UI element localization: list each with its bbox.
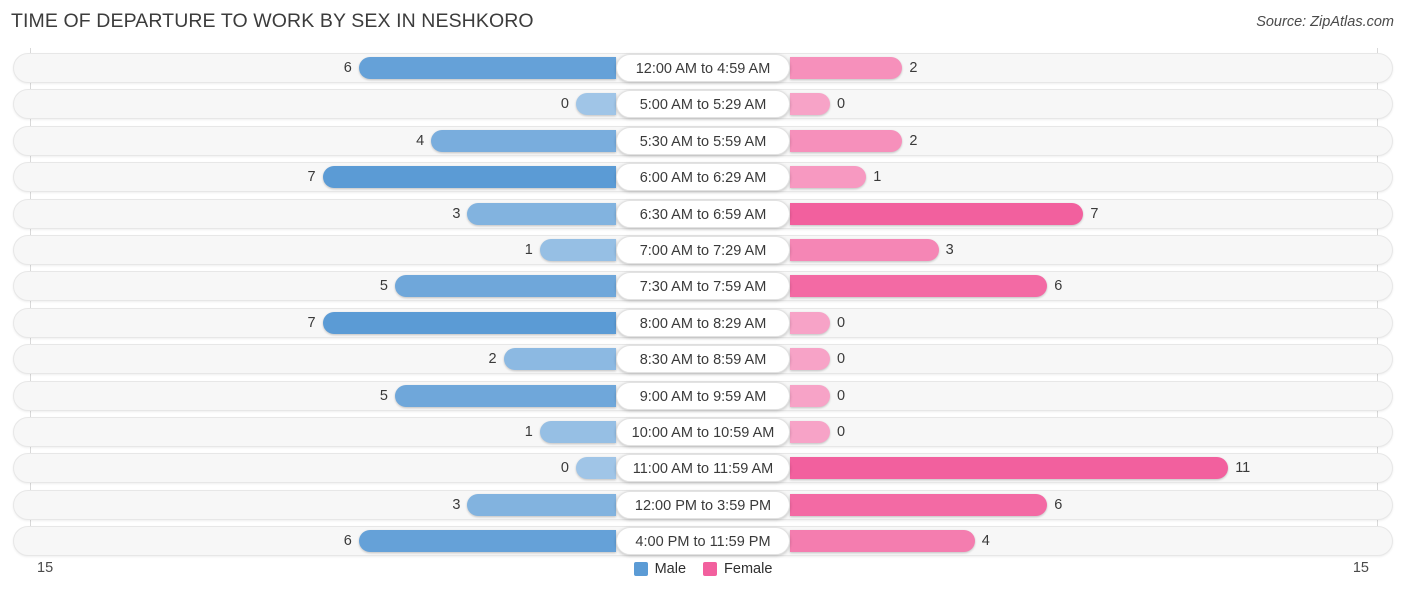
- bar-male[interactable]: [576, 93, 616, 116]
- bar-male[interactable]: [467, 493, 616, 516]
- category-label-pill[interactable]: 11:00 AM to 11:59 AM: [616, 454, 790, 483]
- chart-footer: 15 15 Male Female: [0, 554, 1406, 594]
- value-label-female: 6: [1054, 278, 1063, 295]
- value-label-male: 0: [560, 96, 569, 113]
- value-label-female: 3: [945, 242, 954, 258]
- value-label-female: 7: [1090, 205, 1099, 222]
- bar-female[interactable]: [790, 93, 830, 116]
- chart-row[interactable]: 3 6 12:00 PM to 3:59 PM: [13, 489, 1393, 520]
- bar-male[interactable]: [467, 202, 616, 225]
- category-label-pill[interactable]: 9:00 AM to 9:59 AM: [616, 381, 790, 410]
- bar-female[interactable]: [790, 493, 1048, 516]
- value-label-male: 5: [379, 278, 388, 295]
- bar-female[interactable]: [790, 348, 830, 371]
- category-label-pill[interactable]: 8:30 AM to 8:59 AM: [616, 345, 790, 374]
- bar-male[interactable]: [431, 129, 616, 152]
- bar-male[interactable]: [395, 275, 616, 298]
- value-label-female: 0: [837, 351, 846, 368]
- category-label-pill[interactable]: 7:30 AM to 7:59 AM: [616, 272, 790, 301]
- bar-female[interactable]: [790, 457, 1229, 480]
- category-label-pill[interactable]: 10:00 AM to 10:59 AM: [616, 418, 790, 446]
- category-label-pill[interactable]: 12:00 AM to 4:59 AM: [616, 54, 790, 82]
- value-label-male: 6: [343, 60, 352, 76]
- category-label-pill[interactable]: 6:30 AM to 6:59 AM: [616, 199, 790, 228]
- bar-male[interactable]: [358, 530, 616, 553]
- value-label-female: 0: [837, 387, 846, 404]
- bar-female[interactable]: [790, 129, 903, 152]
- value-label-female: 11: [1235, 460, 1251, 477]
- page-title: TIME OF DEPARTURE TO WORK BY SEX IN NESH…: [11, 10, 534, 32]
- bar-male[interactable]: [539, 239, 616, 261]
- category-label-pill[interactable]: 5:30 AM to 5:59 AM: [616, 126, 790, 155]
- value-label-male: 1: [524, 424, 533, 440]
- category-label-pill[interactable]: 6:00 AM to 6:29 AM: [616, 163, 790, 192]
- legend-swatch-male-icon: [633, 562, 648, 576]
- chart-row[interactable]: 4 2 5:30 AM to 5:59 AM: [13, 125, 1393, 156]
- chart-row[interactable]: 0 11 11:00 AM to 11:59 AM: [13, 453, 1393, 484]
- bar-male[interactable]: [576, 457, 616, 480]
- category-label-pill[interactable]: 4:00 PM to 11:59 PM: [616, 527, 790, 556]
- chart-row[interactable]: 6 4 4:00 PM to 11:59 PM: [13, 526, 1393, 557]
- value-label-female: 0: [837, 314, 846, 331]
- value-label-male: 5: [379, 387, 388, 404]
- value-label-male: 1: [524, 242, 533, 258]
- value-label-male: 7: [307, 169, 316, 186]
- chart-header: TIME OF DEPARTURE TO WORK BY SEX IN NESH…: [0, 0, 1406, 46]
- value-label-male: 4: [416, 132, 425, 149]
- chart-row[interactable]: 1 0 10:00 AM to 10:59 AM: [13, 417, 1393, 447]
- value-label-female: 4: [981, 533, 990, 550]
- value-label-female: 6: [1054, 496, 1063, 513]
- bar-female[interactable]: [790, 384, 830, 407]
- chart-plot-area: 6 2 12:00 AM to 4:59 AM 0 0 5:00 AM to 5:29 A…: [0, 46, 1406, 557]
- source-attribution: Source: ZipAtlas.com: [1256, 14, 1394, 30]
- category-label-pill[interactable]: 12:00 PM to 3:59 PM: [616, 490, 790, 519]
- chart-row[interactable]: 1 3 7:00 AM to 7:29 AM: [13, 235, 1393, 265]
- bar-male[interactable]: [503, 348, 616, 371]
- value-label-male: 2: [488, 351, 497, 368]
- chart-row[interactable]: 0 0 5:00 AM to 5:29 AM: [13, 89, 1393, 120]
- category-label-pill[interactable]: 7:00 AM to 7:29 AM: [616, 236, 790, 264]
- value-label-male: 0: [560, 460, 569, 477]
- value-label-male: 3: [452, 496, 461, 513]
- bar-male[interactable]: [322, 166, 616, 189]
- chart-row[interactable]: 5 6 7:30 AM to 7:59 AM: [13, 271, 1393, 302]
- chart-row[interactable]: 7 1 6:00 AM to 6:29 AM: [13, 162, 1393, 193]
- value-label-female: 0: [837, 424, 846, 440]
- bar-female[interactable]: [790, 275, 1048, 298]
- value-label-female: 2: [909, 60, 918, 76]
- legend-label-male: Male: [654, 561, 687, 577]
- chart-row[interactable]: 3 7 6:30 AM to 6:59 AM: [13, 198, 1393, 229]
- value-label-male: 7: [307, 314, 316, 331]
- category-label-pill[interactable]: 8:00 AM to 8:29 AM: [616, 308, 790, 337]
- value-label-male: 6: [343, 533, 352, 550]
- bar-female[interactable]: [790, 166, 867, 189]
- chart-row[interactable]: 7 0 8:00 AM to 8:29 AM: [13, 307, 1393, 338]
- value-label-female: 1: [873, 169, 882, 186]
- legend-swatch-female-icon: [703, 562, 718, 576]
- bar-male[interactable]: [358, 57, 616, 79]
- value-label-male: 3: [452, 205, 461, 222]
- chart-row[interactable]: 5 0 9:00 AM to 9:59 AM: [13, 380, 1393, 411]
- legend-label-female: Female: [724, 561, 773, 577]
- bar-male[interactable]: [539, 421, 616, 443]
- legend-item-female[interactable]: Female: [703, 561, 772, 577]
- bar-female[interactable]: [790, 202, 1084, 225]
- chart-row[interactable]: 2 0 8:30 AM to 8:59 AM: [13, 344, 1393, 375]
- bar-female[interactable]: [790, 530, 975, 553]
- chart-row[interactable]: 6 2 12:00 AM to 4:59 AM: [13, 53, 1393, 83]
- bar-male[interactable]: [322, 311, 616, 334]
- value-label-female: 0: [837, 96, 846, 113]
- bar-female[interactable]: [790, 239, 939, 261]
- category-label-pill[interactable]: 5:00 AM to 5:29 AM: [616, 90, 790, 119]
- legend-item-male[interactable]: Male: [633, 561, 687, 577]
- bar-female[interactable]: [790, 57, 903, 79]
- bar-female[interactable]: [790, 311, 830, 334]
- bar-male[interactable]: [395, 384, 616, 407]
- chart-legend: Male Female: [0, 561, 1406, 577]
- bar-female[interactable]: [790, 421, 830, 443]
- value-label-female: 2: [909, 132, 918, 149]
